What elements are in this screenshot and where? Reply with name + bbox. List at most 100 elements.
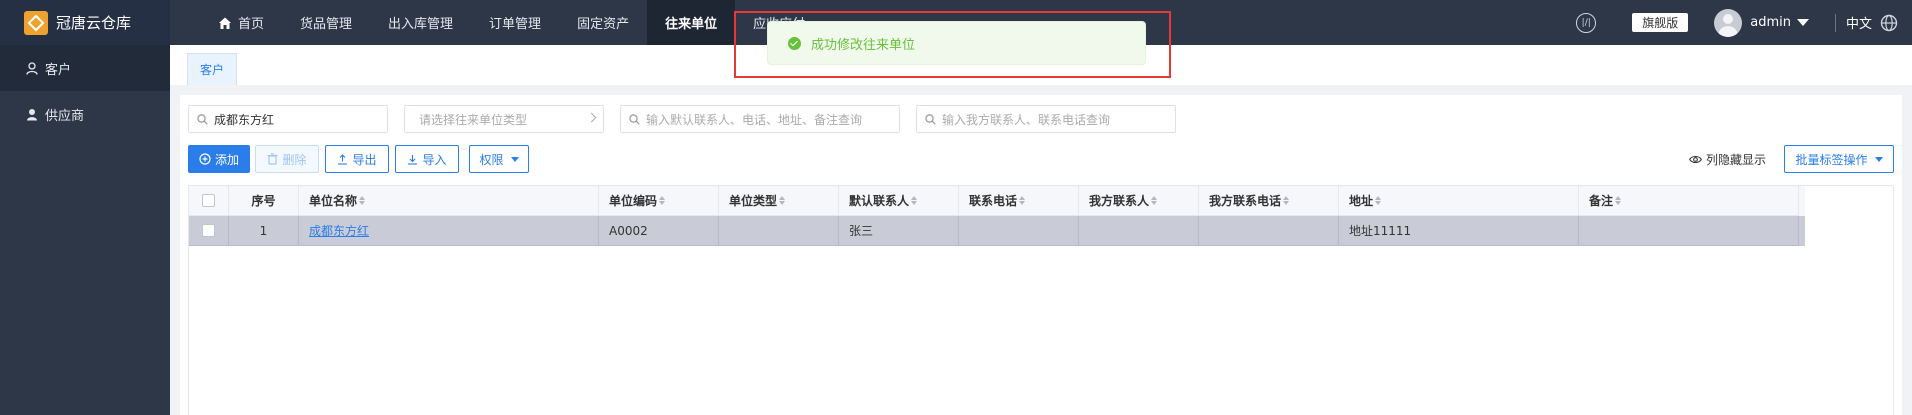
sort-icon[interactable] xyxy=(1615,196,1622,205)
logo-icon xyxy=(24,10,48,35)
nav-item-label: 往来单位 xyxy=(665,17,718,32)
delete-button[interactable]: 删除 xyxy=(255,145,319,173)
download-icon xyxy=(408,154,418,165)
eye-icon xyxy=(1689,155,1702,163)
user-icon xyxy=(26,61,38,75)
app-logo[interactable]: 冠唐云仓库 xyxy=(0,0,170,45)
add-button[interactable]: 添加 xyxy=(188,145,250,173)
permission-dropdown[interactable]: 权限 xyxy=(469,145,529,173)
sort-icon[interactable] xyxy=(1151,196,1158,205)
sidebar-item-suppliers[interactable]: 供应商 xyxy=(0,91,170,137)
column-header-label: 序号 xyxy=(251,194,276,208)
phone-cell xyxy=(959,216,1079,246)
column-visibility-toggle[interactable]: 列隐藏显示 xyxy=(1689,145,1766,173)
nav-item-assets[interactable]: 固定资产 xyxy=(559,0,647,45)
column-header-label: 默认联系人 xyxy=(849,194,910,208)
caret-down-icon xyxy=(1874,156,1883,162)
customer-panel: 成都东方红 请选择往来单位类型 输入默认联系人、电话、地址、备注查询 输入我方联… xyxy=(180,95,1902,415)
name-search-input[interactable]: 成都东方红 xyxy=(188,105,388,133)
sort-icon[interactable] xyxy=(1375,196,1382,205)
sort-icon[interactable] xyxy=(659,196,666,205)
select-all-checkbox[interactable] xyxy=(202,194,215,207)
sort-icon[interactable] xyxy=(1283,196,1290,205)
row-index: 1 xyxy=(229,216,299,246)
header-tools: |/| 旗舰版 admin 中文 xyxy=(1576,0,1912,45)
tab-customers[interactable]: 客户 xyxy=(187,53,238,85)
avatar[interactable] xyxy=(1714,8,1743,37)
sort-icon[interactable] xyxy=(1019,196,1026,205)
column-header[interactable]: 我方联系电话 xyxy=(1199,186,1339,216)
unit-type-select[interactable]: 请选择往来单位类型 xyxy=(404,105,604,133)
globe-icon[interactable] xyxy=(1880,14,1898,32)
column-header[interactable]: 我方联系人 xyxy=(1079,186,1199,216)
column-header-label: 我方联系人 xyxy=(1089,194,1150,208)
caret-down-icon xyxy=(510,156,519,162)
table-row[interactable]: 1 成都东方红 A0002 张三 地址11111 xyxy=(189,216,1805,246)
nav-item-label: 固定资产 xyxy=(577,17,630,32)
search-icon xyxy=(197,113,208,125)
column-header-label: 单位类型 xyxy=(729,194,778,208)
column-header[interactable]: 单位类型 xyxy=(719,186,839,216)
column-header[interactable]: 备注 xyxy=(1579,186,1799,216)
caret-down-icon[interactable] xyxy=(1796,19,1809,26)
nav-item-orders[interactable]: 订单管理 xyxy=(471,0,559,45)
search-icon xyxy=(629,113,640,125)
nav-item-home[interactable]: 首页 xyxy=(200,0,282,45)
remark-cell xyxy=(1579,216,1799,246)
contact-search-input[interactable]: 输入默认联系人、电话、地址、备注查询 xyxy=(620,105,900,133)
nav-item-inout[interactable]: 出入库管理 xyxy=(370,0,471,45)
our-contact-search-input[interactable]: 输入我方联系人、联系电话查询 xyxy=(916,105,1176,133)
export-button-label: 导出 xyxy=(352,152,377,167)
search-icon xyxy=(925,113,936,125)
sort-icon[interactable] xyxy=(359,196,366,205)
language-switch[interactable]: 中文 xyxy=(1846,13,1872,32)
sidebar-item-label: 客户 xyxy=(45,62,72,78)
unit-name-link[interactable]: 成都东方红 xyxy=(309,222,369,239)
nav-item-goods[interactable]: 货品管理 xyxy=(282,0,370,45)
unit-type-cell xyxy=(719,216,839,246)
nav-item-label: 首页 xyxy=(238,17,265,32)
trash-icon xyxy=(267,153,278,165)
sort-icon[interactable] xyxy=(911,196,918,205)
user-solid-icon xyxy=(27,108,37,120)
plus-circle-icon xyxy=(199,153,211,165)
our-contact-search-placeholder: 输入我方联系人、联系电话查询 xyxy=(942,112,1111,127)
nav-item-partners[interactable]: 往来单位 xyxy=(647,0,736,45)
address-cell: 地址11111 xyxy=(1339,216,1579,246)
upload-icon xyxy=(338,153,348,165)
batch-tag-dropdown[interactable]: 批量标签操作 xyxy=(1784,145,1894,173)
import-button[interactable]: 导入 xyxy=(395,145,459,173)
filter-bar: 成都东方红 请选择往来单位类型 输入默认联系人、电话、地址、备注查询 输入我方联… xyxy=(188,105,1188,133)
nav-item-label: 订单管理 xyxy=(489,17,542,32)
column-header[interactable]: 单位编码 xyxy=(599,186,719,216)
highlight-box xyxy=(734,11,1171,78)
row-checkbox[interactable] xyxy=(202,224,215,237)
edition-badge: 旗舰版 xyxy=(1632,13,1689,32)
action-toolbar: 添加 删除 导出 导入 权限 列隐藏显示 批量标签操作 xyxy=(188,145,1894,173)
column-header[interactable]: 联系电话 xyxy=(959,186,1079,216)
divider xyxy=(1834,13,1836,32)
customer-table: 序号 单位名称 单位编码 单位类型 默认联系人 联系电话 我方联系人 我方联系电… xyxy=(188,185,1894,415)
home-icon xyxy=(219,17,231,29)
name-search-value: 成都东方红 xyxy=(214,112,275,127)
sidebar-item-label: 供应商 xyxy=(45,108,85,124)
export-button[interactable]: 导出 xyxy=(325,145,389,173)
column-header-label: 单位编码 xyxy=(609,194,658,208)
batch-tag-label: 批量标签操作 xyxy=(1795,152,1868,167)
column-header-label: 地址 xyxy=(1349,194,1374,208)
default-contact-cell: 张三 xyxy=(839,216,959,246)
column-header[interactable]: 默认联系人 xyxy=(839,186,959,216)
column-header[interactable]: 地址 xyxy=(1339,186,1579,216)
sort-icon[interactable] xyxy=(779,196,786,205)
unit-code-cell: A0002 xyxy=(599,216,719,246)
chevron-right-icon xyxy=(586,112,597,123)
column-header-label: 我方联系电话 xyxy=(1209,194,1282,208)
select-all-cell xyxy=(189,186,229,216)
column-header[interactable]: 单位名称 xyxy=(299,186,599,216)
feedback-icon[interactable]: |/| xyxy=(1576,12,1597,33)
user-name[interactable]: admin xyxy=(1750,15,1791,30)
sidebar-item-customers[interactable]: 客户 xyxy=(0,45,170,91)
add-button-label: 添加 xyxy=(214,152,239,167)
unit-type-placeholder: 请选择往来单位类型 xyxy=(419,112,528,127)
column-header-label: 备注 xyxy=(1589,194,1614,208)
